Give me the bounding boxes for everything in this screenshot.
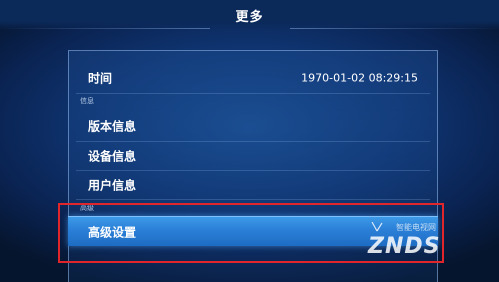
watermark-brand: ZNDS xyxy=(368,234,441,259)
tv-antenna-icon xyxy=(371,222,383,232)
menu-item-label: 设备信息 xyxy=(88,149,137,164)
menu-item-user-info[interactable]: 用户信息 xyxy=(68,171,438,199)
menu-item-version-info[interactable]: 版本信息 xyxy=(68,112,438,140)
time-label: 时间 xyxy=(88,71,113,86)
menu-item-label: 用户信息 xyxy=(88,178,137,193)
time-value: 1970-01-02 08:29:15 xyxy=(301,71,418,85)
divider xyxy=(76,93,430,94)
time-row[interactable]: 时间 1970-01-02 08:29:15 xyxy=(68,64,438,92)
menu-item-device-info[interactable]: 设备信息 xyxy=(68,142,438,170)
page-title: 更多 xyxy=(235,10,264,25)
watermark-subtitle: 智能电视网 xyxy=(396,223,436,232)
divider xyxy=(76,199,430,200)
settings-screen: 更多 时间 1970-01-02 08:29:15 信息 版本信息 设备信息 用… xyxy=(0,0,499,282)
title-rule-right xyxy=(290,28,499,29)
menu-item-label: 版本信息 xyxy=(88,119,137,134)
section-header-info: 信息 xyxy=(80,97,94,105)
znds-watermark-logo: 智能电视网 ZNDS xyxy=(368,222,466,262)
title-rule-left xyxy=(0,28,210,29)
